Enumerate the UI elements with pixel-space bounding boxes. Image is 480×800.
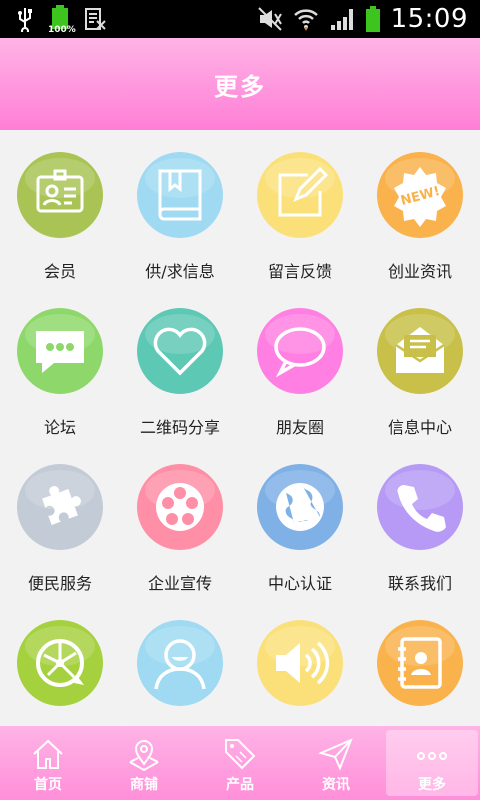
menu-item-feedback[interactable]: 留言反馈 [240,130,360,281]
app-header: 更多 [0,38,480,130]
battery-full-icon: 100% [48,5,76,35]
speech-bubble-icon [274,327,326,378]
menu-icon-circle [257,620,343,706]
send-icon [318,738,353,771]
menu-icon-circle [17,308,103,394]
menu-item-member[interactable]: 会员 [0,130,120,281]
menu-item-contacts[interactable] [360,598,480,726]
menu-icon-circle [377,308,463,394]
battery-percent-text: 100% [48,25,76,35]
heart-icon [153,327,207,376]
edit-note-icon [278,166,329,217]
menu-item-label: 朋友圈 [275,418,324,437]
menu-icon-circle [17,152,103,238]
menu-item-label: 联系我们 [387,574,452,593]
status-bar: 100% 15:09 [0,0,480,38]
nav-more[interactable]: 更多 [384,726,480,800]
speaker-icon [276,641,330,685]
puzzle-icon [42,486,81,525]
menu-grid: 会员 供/求信息 留言反馈 NEW! 创业资讯 论坛 二维码分享 朋友圈 信息中… [0,130,480,726]
new-badge-icon: NEW! [394,167,446,227]
signal-icon [330,9,353,30]
menu-item-label: 留言反馈 [267,262,332,281]
usb-icon [18,8,32,32]
menu-item-moments[interactable]: 朋友圈 [240,286,360,437]
network-icon [36,639,84,687]
menu-item-promotion[interactable]: 企业宣传 [120,442,240,593]
menu-item-label: 供/求信息 [145,262,215,281]
menu-item-speaker[interactable] [240,598,360,726]
clock: 15:09 [390,4,468,34]
menu-item-supply-demand[interactable]: 供/求信息 [120,130,240,281]
nav-shop[interactable]: 商铺 [96,726,192,800]
globe-icon [276,483,324,531]
chat-bubble-icon [36,331,84,373]
menu-item-network[interactable] [0,598,120,726]
menu-item-qrcode-share[interactable]: 二维码分享 [120,286,240,437]
menu-item-label: 二维码分享 [139,418,220,437]
menu-item-label: 论坛 [43,418,76,437]
menu-item-forum[interactable]: 论坛 [0,286,120,437]
menu-item-label: 企业宣传 [147,574,212,593]
menu-icon-circle [137,152,223,238]
bottom-nav: 首页 商铺 产品 资讯 更多 [0,726,480,800]
home-icon [33,739,63,769]
menu-icon-circle [257,308,343,394]
menu-icon-circle [17,620,103,706]
menu-item-certification[interactable]: 中心认证 [240,442,360,593]
clipboard-icon [85,8,106,30]
sale-tag-icon [225,739,256,770]
nav-label: 首页 [34,777,62,793]
menu-item-label: 会员 [43,262,76,281]
menu-item-label: 创业资讯 [387,262,452,281]
more-dots-icon [417,752,447,760]
menu-item-label: 信息中心 [387,418,452,437]
menu-icon-circle [137,620,223,706]
member-card-icon [36,169,84,213]
film-reel-icon [156,483,204,531]
mute-icon [257,7,282,31]
menu-item-label: 中心认证 [267,574,332,593]
user-avatar-icon [154,639,206,690]
nav-products[interactable]: 产品 [192,726,288,800]
book-icon [158,169,202,221]
menu-icon-circle [377,464,463,550]
wifi-icon [293,9,318,31]
menu-icon-circle [137,308,223,394]
menu-item-convenience[interactable]: 便民服务 [0,442,120,593]
menu-icon-circle [257,152,343,238]
menu-icon-circle [377,620,463,706]
menu-icon-circle [17,464,103,550]
menu-icon-circle: NEW! [377,152,463,238]
menu-item-user[interactable] [120,598,240,726]
page-title: 更多 [214,72,266,101]
mail-icon [395,327,445,373]
nav-label: 资讯 [322,777,350,793]
menu-item-label: 便民服务 [27,574,92,593]
phone-icon [397,485,446,532]
nav-label: 商铺 [130,777,158,793]
menu-item-info-center[interactable]: 信息中心 [360,286,480,437]
battery-icon [365,6,380,32]
nav-home[interactable]: 首页 [0,726,96,800]
menu-item-contact-us[interactable]: 联系我们 [360,442,480,593]
contacts-book-icon [398,637,442,689]
menu-item-startup-news[interactable]: NEW! 创业资讯 [360,130,480,281]
nav-label: 产品 [226,777,254,793]
nav-news[interactable]: 资讯 [288,726,384,800]
menu-icon-circle [257,464,343,550]
nav-label: 更多 [418,777,446,793]
menu-icon-circle [137,464,223,550]
shop-map-icon [129,740,159,772]
